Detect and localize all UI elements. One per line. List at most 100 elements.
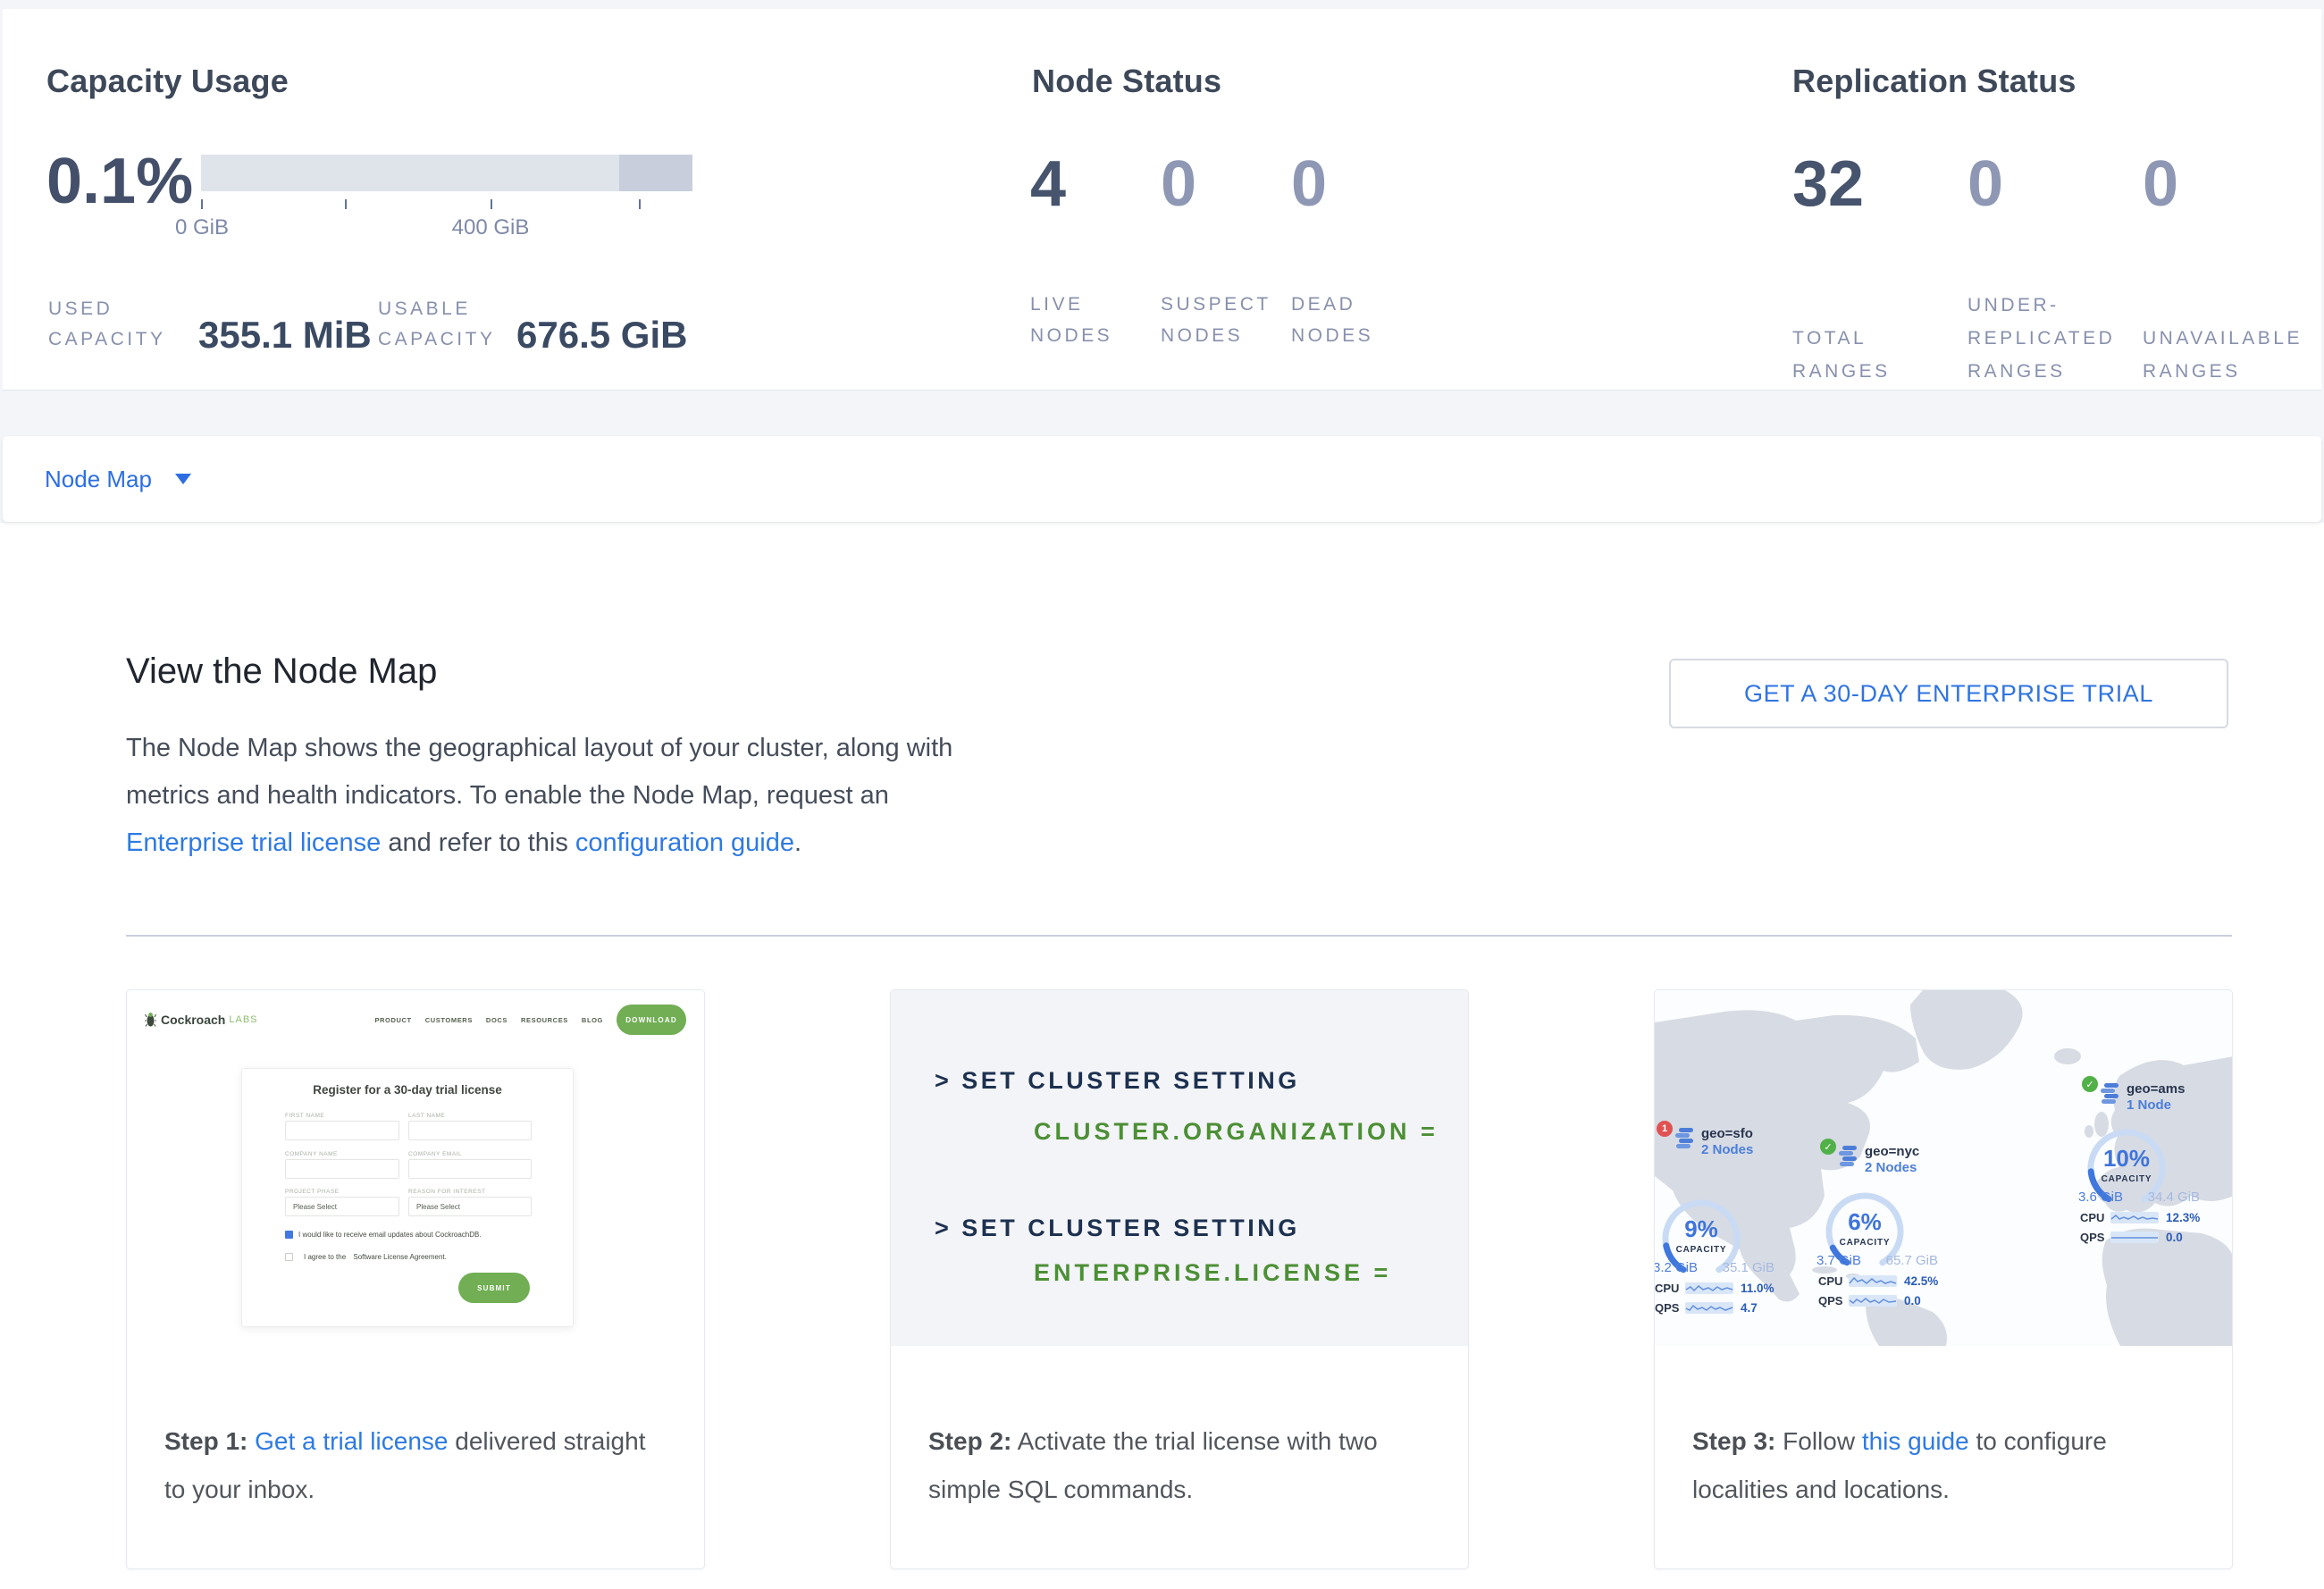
cockroach-bug-icon xyxy=(145,1012,156,1028)
node-status-title: Node Status xyxy=(1032,63,1221,100)
company-name-label: COMPANY NAME xyxy=(285,1151,338,1157)
company-name-field xyxy=(285,1159,399,1179)
map-node-nyc: ✓ geo=nyc 2 Nodes xyxy=(1820,1144,1945,1307)
step2-card: > SET CLUSTER SETTING CLUSTER.ORGANIZATI… xyxy=(890,989,1469,1569)
step1-caption: Step 1: Get a trial license delivered st… xyxy=(127,1346,704,1514)
configuration-guide-link[interactable]: configuration guide xyxy=(575,828,794,857)
used-gib: 3.6 GiB xyxy=(2078,1190,2123,1205)
locality-name: geo=nyc xyxy=(1865,1144,1919,1160)
tick-0 xyxy=(201,199,203,209)
reason-label: REASON FOR INTEREST xyxy=(408,1189,485,1195)
cpu-sparkline xyxy=(1685,1282,1733,1294)
suspect-nodes-label: SUSPECTNODES xyxy=(1161,289,1291,351)
suspect-nodes-stat: 0 SUSPECTNODES xyxy=(1161,147,1291,351)
logo-name-text: Cockroach xyxy=(161,1013,225,1027)
company-email-label: COMPANY EMAIL xyxy=(408,1151,462,1157)
cockroach-labs-logo: Cockroach LABS xyxy=(145,1012,258,1028)
svg-text:9%: 9% xyxy=(1684,1215,1718,1242)
cpu-label: CPU xyxy=(2080,1211,2110,1224)
logo-labs-text: LABS xyxy=(229,1014,257,1025)
svg-text:CAPACITY: CAPACITY xyxy=(2102,1174,2152,1184)
qps-sparkline xyxy=(1849,1295,1897,1307)
intro-text-1: The Node Map shows the geographical layo… xyxy=(126,734,952,810)
qps-label: QPS xyxy=(1818,1294,1849,1307)
step3-caption: Step 3: Follow this guide to configure l… xyxy=(1655,1346,2232,1514)
locality-name: geo=sfo xyxy=(1701,1126,1753,1142)
capacity-axis-ticks xyxy=(201,199,692,212)
usable-capacity-value: 676.5 GiB xyxy=(516,314,687,357)
nav-product: PRODUCT xyxy=(374,1016,411,1024)
total-gib: 34.4 GiB xyxy=(2148,1190,2200,1205)
svg-text:CAPACITY: CAPACITY xyxy=(1676,1245,1727,1255)
view-selector-bar: Node Map xyxy=(3,436,2321,522)
total-ranges-label: TOTALRANGES xyxy=(1792,289,1967,388)
tick-label-400gib: 400 GiB xyxy=(452,215,530,240)
node-map-intro-section: View the Node Map The Node Map shows the… xyxy=(0,523,2324,1589)
dead-nodes-label: DEADNODES xyxy=(1291,289,1422,351)
project-phase-label: PROJECT PHASE xyxy=(285,1189,340,1195)
step1-label: Step 1: xyxy=(164,1427,248,1455)
first-name-label: FIRST NAME xyxy=(285,1113,324,1119)
dead-nodes-stat: 0 DEADNODES xyxy=(1291,147,1422,351)
capacity-bar: 0 GiB 400 GiB xyxy=(201,155,692,242)
healthy-badge-icon: ✓ xyxy=(1820,1139,1836,1155)
site-nav: PRODUCT CUSTOMERS DOCS RESOURCES BLOG xyxy=(374,1016,603,1024)
used-gib: 3.7 GiB xyxy=(1816,1253,1861,1268)
unavailable-ranges-value: 0 xyxy=(2143,147,2318,221)
locality-node-count: 2 Nodes xyxy=(1865,1160,1919,1176)
chevron-down-icon xyxy=(175,474,191,484)
step3-card: 1 geo=sfo 2 Nodes xyxy=(1654,989,2233,1569)
enterprise-trial-license-link[interactable]: Enterprise trial license xyxy=(126,828,381,857)
usable-capacity-label: USABLECAPACITY xyxy=(378,294,495,355)
total-gib: 35.1 GiB xyxy=(1723,1260,1774,1275)
submit-button-image: SUBMIT xyxy=(458,1273,530,1303)
svg-text:10%: 10% xyxy=(2103,1145,2150,1172)
cpu-value: 11.0% xyxy=(1741,1282,1774,1295)
svg-text:6%: 6% xyxy=(1848,1208,1882,1235)
license-agreement-text: I agree to the Software License Agreemen… xyxy=(298,1253,447,1261)
project-phase-select: Please Select xyxy=(285,1197,399,1216)
step3-text-pre: Follow xyxy=(1775,1427,1861,1455)
cpu-sparkline xyxy=(1849,1275,1897,1287)
database-stack-icon xyxy=(2100,1083,2121,1106)
cluster-summary-panel: Capacity Usage 0.1% 0 GiB 400 GiB xyxy=(3,9,2321,391)
intro-description: The Node Map shows the geographical layo… xyxy=(126,725,984,867)
this-guide-link[interactable]: this guide xyxy=(1862,1427,1969,1455)
sql-code-block: > SET CLUSTER SETTING CLUSTER.ORGANIZATI… xyxy=(891,990,1468,1346)
license-agreement-checkbox-row: I agree to the Software License Agreemen… xyxy=(285,1253,447,1261)
code-line-3: > SET CLUSTER SETTING xyxy=(935,1215,1300,1242)
step3-label: Step 3: xyxy=(1692,1427,1775,1455)
intro-text-2: and refer to this xyxy=(381,828,575,857)
live-nodes-value: 4 xyxy=(1030,147,1161,221)
map-node-ams: ✓ geo=ams 1 Node xyxy=(2082,1081,2207,1244)
registration-form-title: Register for a 30-day trial license xyxy=(242,1083,573,1097)
code-line-4: ENTERPRISE.LICENSE = xyxy=(1034,1259,1391,1287)
capacity-stats-row: USEDCAPACITY 355.1 MiB USABLECAPACITY 67… xyxy=(46,289,726,351)
enterprise-trial-button[interactable]: GET A 30-DAY ENTERPRISE TRIAL xyxy=(1669,659,2228,728)
alert-badge-icon: 1 xyxy=(1657,1121,1673,1137)
capacity-usage-title: Capacity Usage xyxy=(46,63,289,100)
qps-value: 4.7 xyxy=(1741,1301,1758,1315)
used-capacity-label: USEDCAPACITY xyxy=(48,294,165,355)
first-name-field xyxy=(285,1121,399,1140)
code-line-2: CLUSTER.ORGANIZATION = xyxy=(1034,1118,1439,1146)
node-map-preview-image: 1 geo=sfo 2 Nodes xyxy=(1655,990,2232,1346)
locality-node-count: 1 Node xyxy=(2127,1097,2185,1114)
node-map-dropdown-label: Node Map xyxy=(45,466,152,493)
used-gib: 3.2 GiB xyxy=(1655,1260,1698,1275)
map-node-sfo: 1 geo=sfo 2 Nodes xyxy=(1657,1126,1782,1315)
step2-caption: Step 2: Activate the trial license with … xyxy=(891,1346,1468,1514)
get-trial-license-link[interactable]: Get a trial license xyxy=(255,1427,448,1455)
node-status-columns: 4 LIVENODES 0 SUSPECTNODES 0 DEADNODES xyxy=(1030,147,1422,351)
email-updates-checkbox xyxy=(285,1231,293,1239)
cpu-value: 12.3% xyxy=(2166,1211,2200,1224)
node-map-dropdown[interactable]: Node Map xyxy=(45,466,191,493)
code-line-1: > SET CLUSTER SETTING xyxy=(935,1067,1300,1095)
step2-label: Step 2: xyxy=(928,1427,1011,1455)
under-replicated-ranges-label: UNDER-REPLICATEDRANGES xyxy=(1967,289,2143,388)
page-title: View the Node Map xyxy=(126,652,437,692)
cluster-overview-page: Capacity Usage 0.1% 0 GiB 400 GiB xyxy=(0,0,2324,1589)
capacity-percent-value: 0.1% xyxy=(46,145,193,218)
qps-label: QPS xyxy=(2080,1231,2110,1244)
capacity-bar-reserved-segment xyxy=(619,155,692,191)
